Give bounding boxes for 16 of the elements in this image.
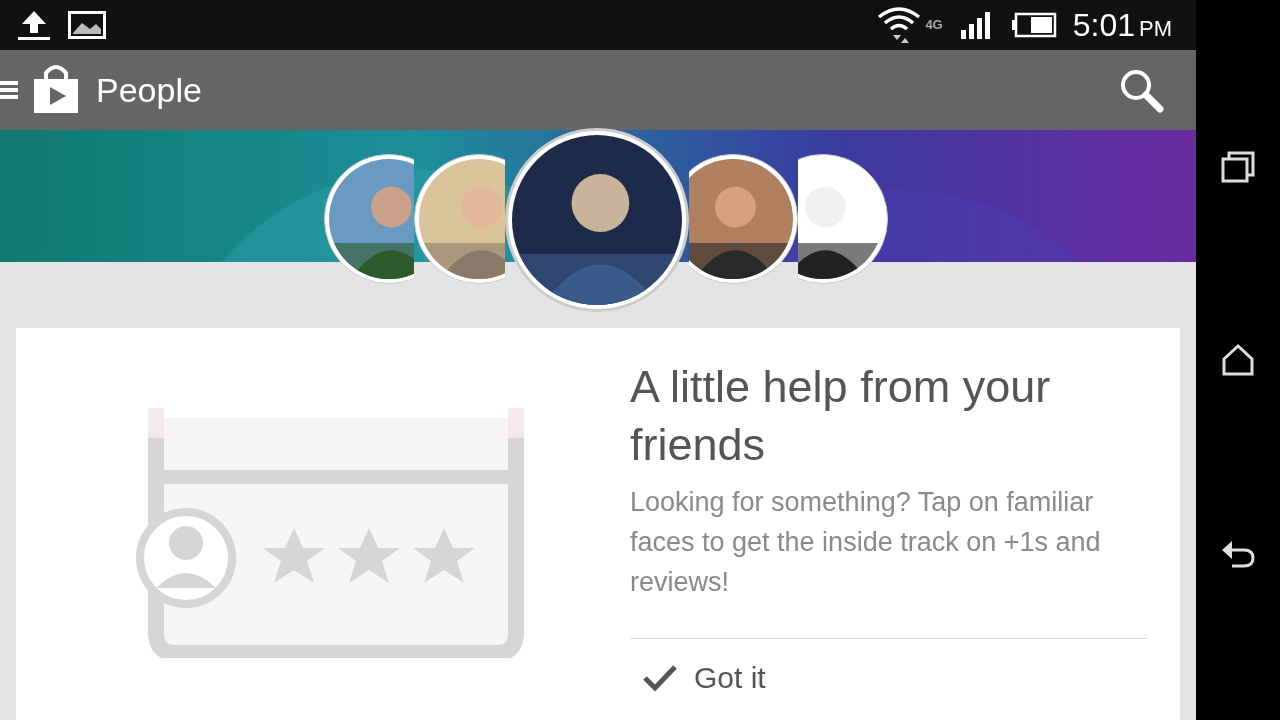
battery-icon xyxy=(1010,12,1057,38)
clock-time: 5:01 xyxy=(1072,6,1135,45)
checkmark-icon xyxy=(642,663,678,692)
clock-period: PM xyxy=(1139,15,1172,43)
upload-icon xyxy=(16,9,52,41)
network-type: 4G xyxy=(925,16,943,35)
card-body: Looking for something? Tap on familiar faces to get the inside track on +1s and reviews! xyxy=(630,486,1102,599)
shopping-bag-icon[interactable] xyxy=(32,65,80,115)
screen-title: People xyxy=(96,69,202,111)
wifi-icon xyxy=(877,5,922,45)
image-icon xyxy=(68,11,106,39)
search-icon[interactable] xyxy=(1118,67,1164,113)
home-icon[interactable] xyxy=(1221,343,1255,377)
got-it-button[interactable]: Got it xyxy=(642,655,766,700)
card-title: A little help from your friends xyxy=(630,360,1052,472)
recent-apps-icon[interactable] xyxy=(1220,149,1256,184)
